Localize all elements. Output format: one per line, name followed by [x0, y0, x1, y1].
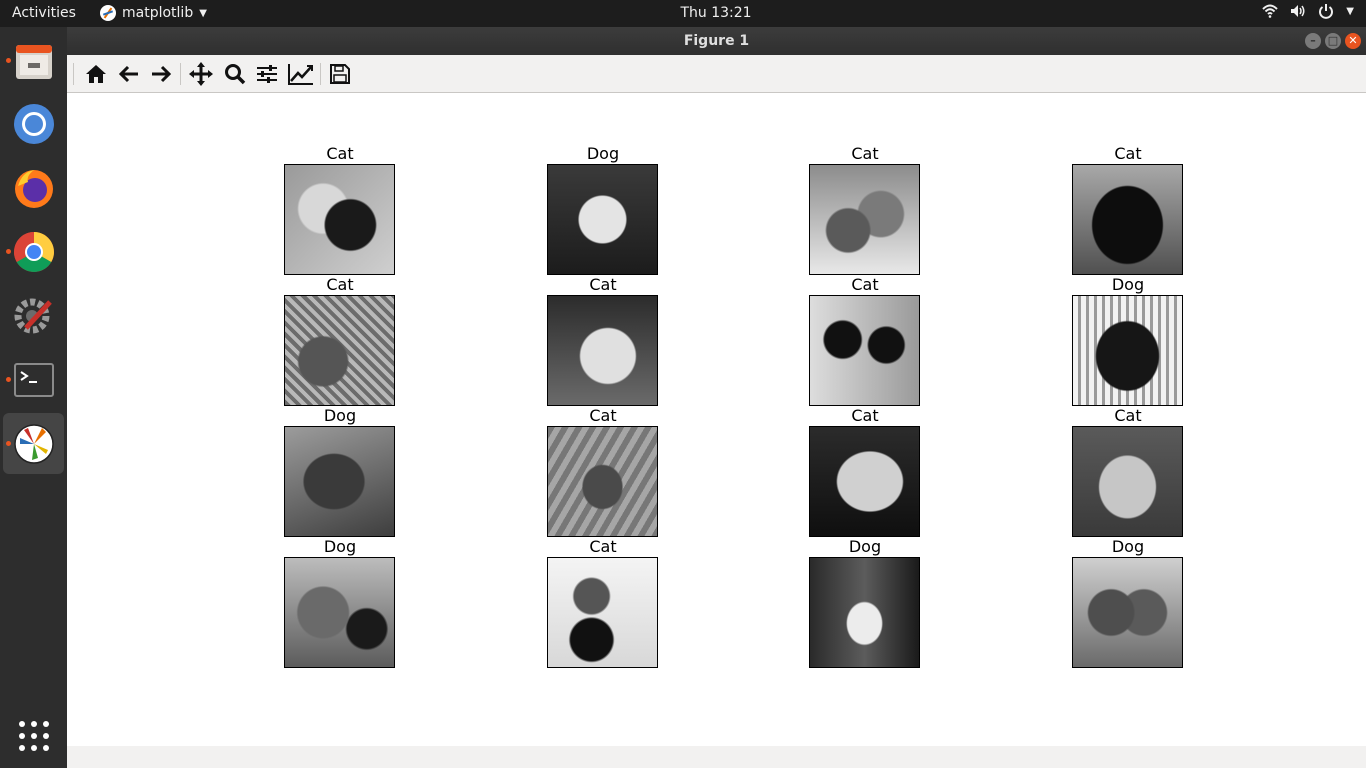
subplot-title: Dog [323, 537, 357, 556]
subplot-title: Cat [1114, 144, 1142, 163]
running-indicator [6, 377, 11, 382]
subplot-image [547, 295, 658, 406]
figure-canvas[interactable]: Cat Dog Cat Cat Cat Cat Cat Dog Dog Cat Cat Cat Dog C… [67, 93, 1366, 746]
subplot-image [809, 557, 920, 668]
subplot-title: Cat [1114, 406, 1142, 425]
subplot-image [547, 426, 658, 537]
matplotlib-icon [13, 423, 54, 464]
subplot-image [809, 164, 920, 275]
dock-terminal[interactable] [3, 349, 64, 410]
forward-button[interactable] [148, 62, 174, 86]
top-bar: Activities matplotlib ▼ Thu 13:21 ▼ [0, 0, 1366, 27]
subplot-image [547, 557, 658, 668]
dock-files[interactable] [3, 30, 64, 91]
chevron-down-icon: ▼ [1346, 5, 1354, 17]
subplot-image [547, 164, 658, 275]
wifi-icon [1262, 3, 1279, 19]
running-indicator [6, 441, 11, 446]
close-button[interactable]: ✕ [1345, 33, 1361, 49]
subplot-title: Cat [326, 275, 354, 294]
subplot-title: Cat [589, 537, 617, 556]
subplot-title: Cat [851, 406, 879, 425]
save-button[interactable] [327, 62, 353, 86]
subplot-title: Dog [323, 406, 357, 425]
subplot-image [284, 557, 395, 668]
pan-button[interactable] [188, 62, 214, 86]
window-controls: – □ ✕ [1305, 33, 1361, 49]
subplot-title: Cat [851, 144, 879, 163]
subplot-title: Dog [848, 537, 882, 556]
terminal-icon [13, 362, 54, 397]
subplot-title: Dog [586, 144, 620, 163]
subplot-title: Dog [1111, 537, 1145, 556]
subplot-image [284, 295, 395, 406]
figure-window: Figure 1 – □ ✕ Cat Dog Cat Cat Cat Cat C… [67, 27, 1366, 768]
back-icon [119, 65, 138, 83]
edit-axes-button[interactable] [288, 62, 314, 86]
subplot-title: Dog [1111, 275, 1145, 294]
clock[interactable]: Thu 13:21 [0, 5, 1366, 21]
dock-firefox[interactable] [3, 157, 64, 218]
running-indicator [6, 58, 11, 63]
edit-axes-icon [288, 64, 313, 85]
chrome-icon [13, 231, 54, 272]
dock-matplotlib[interactable] [3, 413, 64, 474]
dock [0, 27, 67, 768]
firefox-icon [14, 169, 53, 208]
subplot-image [1072, 164, 1183, 275]
home-button[interactable] [83, 62, 109, 86]
zoom-icon [225, 64, 246, 85]
back-button[interactable] [116, 62, 142, 86]
window-title: Figure 1 [683, 33, 750, 49]
toolbar-separator [320, 63, 321, 85]
subplot-image [1072, 295, 1183, 406]
show-apps-icon [18, 720, 49, 751]
subplot-image [809, 295, 920, 406]
chromium-icon [13, 103, 54, 144]
subplot-title: Cat [326, 144, 354, 163]
files-icon [15, 44, 52, 79]
zoom-button[interactable] [222, 62, 248, 86]
system-status-area[interactable]: ▼ [1262, 3, 1354, 19]
window-titlebar[interactable]: Figure 1 – □ ✕ [67, 27, 1366, 55]
subplot-image [809, 426, 920, 537]
navigation-toolbar [67, 55, 1366, 93]
dock-show-apps[interactable] [3, 705, 64, 766]
dock-settings[interactable] [3, 285, 64, 346]
toolbar-grip [73, 63, 74, 85]
subplot-title: Cat [589, 275, 617, 294]
settings-icon [14, 298, 52, 333]
volume-icon [1290, 3, 1306, 19]
minimize-button[interactable]: – [1305, 33, 1321, 49]
dock-chrome[interactable] [3, 221, 64, 282]
toolbar-separator [180, 63, 181, 85]
subplot-image [284, 164, 395, 275]
configure-subplots-icon [257, 65, 277, 83]
power-icon [1318, 3, 1334, 19]
subplot-image [1072, 557, 1183, 668]
subplot-title: Cat [851, 275, 879, 294]
pan-icon [189, 62, 213, 86]
subplot-title: Cat [589, 406, 617, 425]
subplot-image [1072, 426, 1183, 537]
configure-subplots-button[interactable] [254, 62, 280, 86]
subplot-image [284, 426, 395, 537]
save-icon [330, 64, 350, 84]
dock-chromium[interactable] [3, 93, 64, 154]
running-indicator [6, 249, 11, 254]
home-icon [86, 65, 106, 83]
status-bar [67, 746, 1366, 768]
forward-icon [152, 65, 171, 83]
maximize-button[interactable]: □ [1325, 33, 1341, 49]
